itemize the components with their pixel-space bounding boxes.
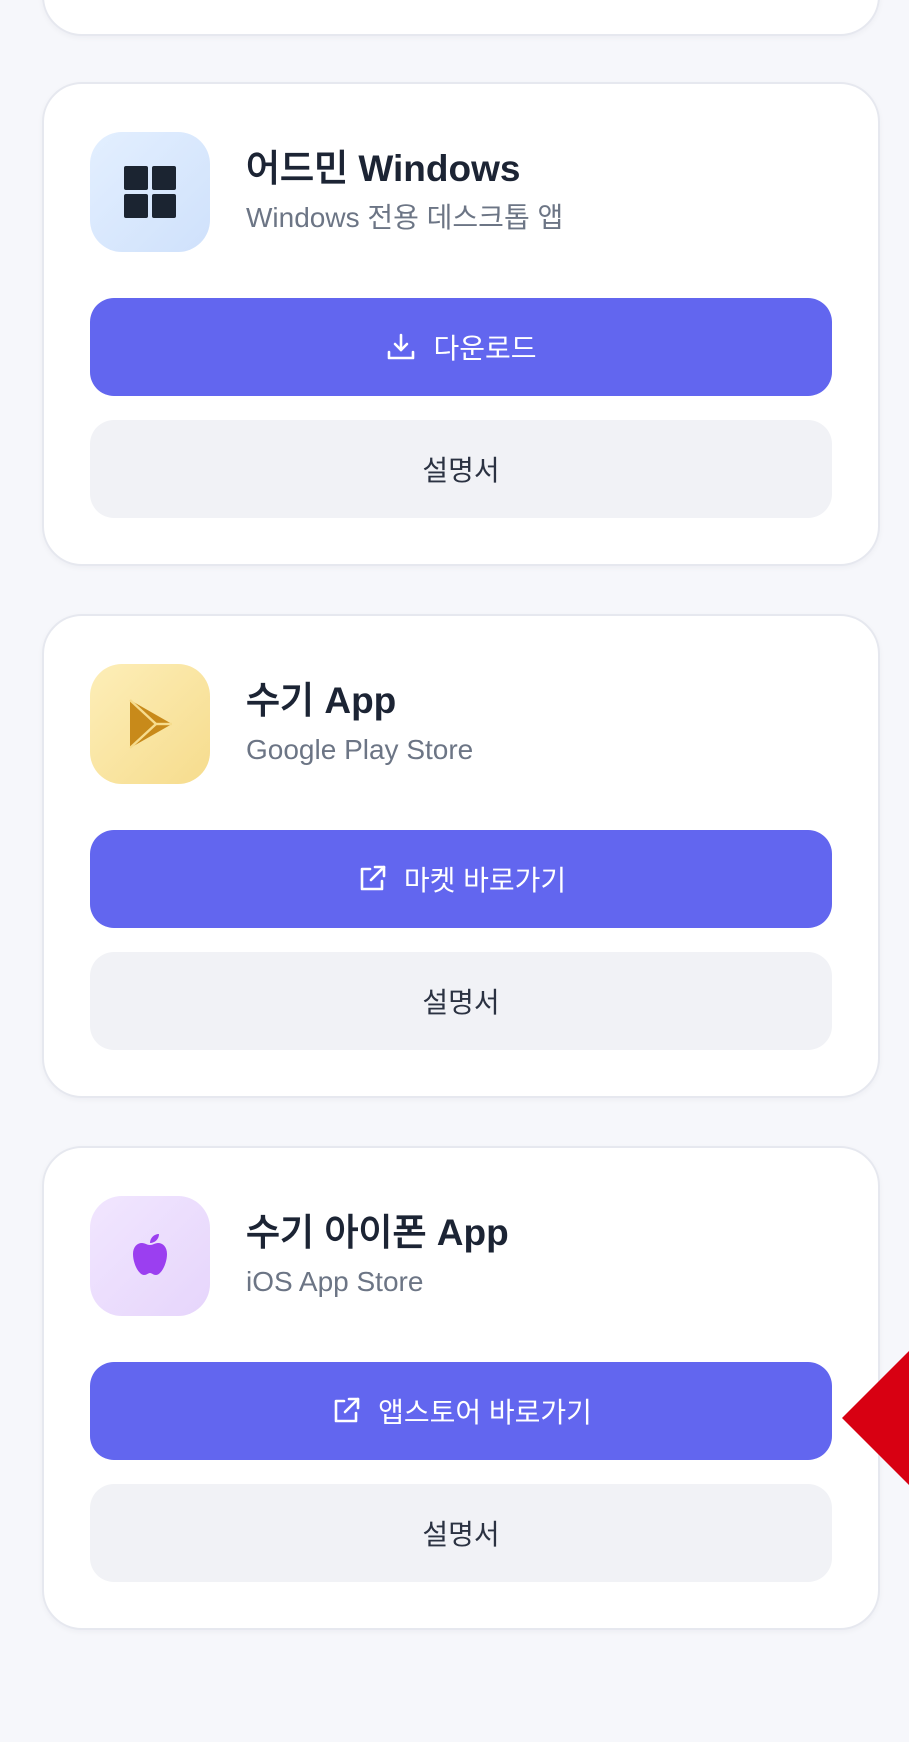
app-store-link-label: 앱스토어 바로가기 [378,1397,592,1428]
manual-button-label: 설명서 [422,455,500,486]
manual-button-label: 설명서 [422,1519,500,1550]
manual-button-label: 설명서 [422,987,500,1018]
app-header: 수기 App Google Play Store [90,662,473,786]
market-link-button[interactable]: 마켓 바로가기 [90,830,832,928]
manual-button-android[interactable]: 설명서 [90,952,832,1050]
app-card-android: 수기 App Google Play Store 마켓 바로가기 설명서 [42,614,880,1098]
app-text: 수기 아이폰 App iOS App Store [246,1210,509,1302]
app-title: 어드민 Windows [246,148,521,189]
app-store-link-button[interactable]: 앱스토어 바로가기 [90,1362,832,1460]
download-icon [385,331,417,363]
download-button-label: 다운로드 [433,333,537,364]
external-link-icon [356,863,388,895]
app-card-windows: 어드민 Windows Windows 전용 데스크톱 앱 다운로드 설명서 [42,82,880,566]
app-title: 수기 App [246,680,397,721]
app-subtitle: Google Play Store [246,734,474,765]
app-text: 수기 App Google Play Store [246,678,473,770]
app-header: 수기 아이폰 App iOS App Store [90,1194,509,1318]
apple-icon [90,1196,210,1316]
annotation-arrow-icon [842,1348,909,1488]
app-card-ios: 수기 아이폰 App iOS App Store 앱스토어 바로가기 설명서 [42,1146,880,1630]
market-link-label: 마켓 바로가기 [403,865,567,896]
app-text: 어드민 Windows Windows 전용 데스크톱 앱 [246,146,563,238]
app-header: 어드민 Windows Windows 전용 데스크톱 앱 [90,130,563,254]
manual-button-windows[interactable]: 설명서 [90,420,832,518]
page: 어드민 Windows Windows 전용 데스크톱 앱 다운로드 설명서 수… [0,0,909,1742]
app-subtitle: iOS App Store [246,1266,424,1297]
download-button[interactable]: 다운로드 [90,298,832,396]
windows-icon [90,132,210,252]
app-subtitle: Windows 전용 데스크톱 앱 [246,202,564,233]
app-title: 수기 아이폰 App [246,1212,509,1253]
app-card-partial [42,0,880,36]
manual-button-ios[interactable]: 설명서 [90,1484,832,1582]
external-link-icon [330,1395,362,1427]
play-store-icon [90,664,210,784]
